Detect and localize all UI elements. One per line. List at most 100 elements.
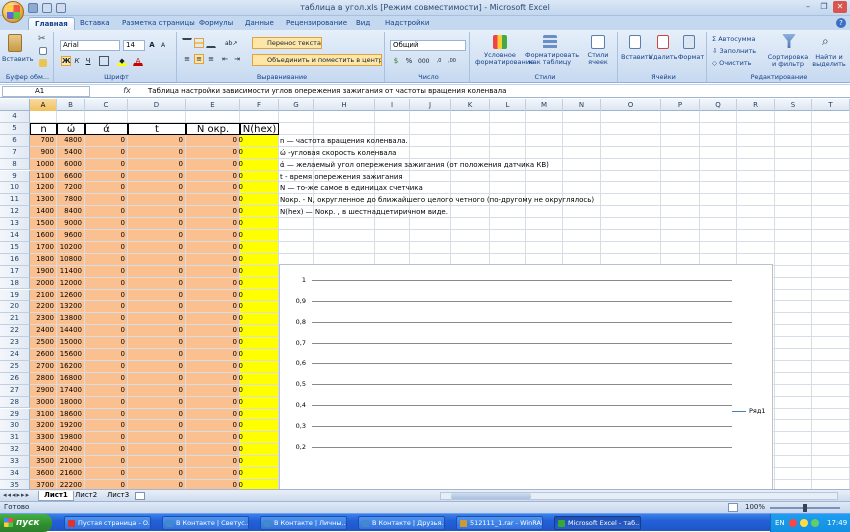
cell-n[interactable]: 3200: [30, 420, 57, 432]
column-header-c[interactable]: C: [85, 99, 128, 111]
taskbar-item-5[interactable]: 512111_1.rar - WinRAR: [456, 516, 543, 530]
cell-w[interactable]: 21600: [57, 468, 85, 480]
office-button[interactable]: [2, 1, 24, 23]
tab-6[interactable]: Рецензирование: [280, 17, 353, 30]
cell-zero[interactable]: 0: [85, 409, 128, 421]
cell-zero[interactable]: 0: [186, 159, 243, 171]
tab-1[interactable]: Главная: [28, 17, 75, 30]
wrap-text-button[interactable]: Перенос текста: [252, 37, 322, 49]
taskbar-item-4[interactable]: В Контакте | Друзья...: [358, 516, 445, 530]
cell-n[interactable]: 2600: [30, 349, 57, 361]
cell-zero[interactable]: 0: [128, 349, 186, 361]
cell-zero[interactable]: 0: [128, 313, 186, 325]
cell-zero[interactable]: 0: [186, 373, 243, 385]
grow-font-icon[interactable]: A: [147, 40, 157, 50]
row-header-5[interactable]: 5: [0, 122, 30, 135]
bold-button[interactable]: Ж: [61, 56, 71, 66]
cell-n[interactable]: 1900: [30, 266, 57, 278]
column-header-d[interactable]: D: [128, 99, 186, 111]
delete-cells-icon[interactable]: [657, 35, 669, 49]
cell-zero[interactable]: 0: [128, 420, 186, 432]
cell-zero[interactable]: 0: [85, 420, 128, 432]
cell-zero[interactable]: 0: [85, 456, 128, 468]
taskbar-item-2[interactable]: В Контакте | Светус...: [162, 516, 249, 530]
cell-zero[interactable]: 0: [186, 171, 243, 183]
column-header-f[interactable]: F: [240, 99, 279, 111]
insert-function-button[interactable]: fx: [110, 86, 144, 97]
row-header-22[interactable]: 22: [0, 325, 30, 338]
cell-w[interactable]: 16200: [57, 361, 85, 373]
cell-n[interactable]: 1100: [30, 171, 57, 183]
cell-w[interactable]: 12600: [57, 290, 85, 302]
decrease-indent-icon[interactable]: ⇤: [220, 54, 230, 64]
conditional-format-icon[interactable]: [493, 35, 507, 49]
table-header-6[interactable]: N(hex): [240, 122, 279, 135]
cell-n[interactable]: 1700: [30, 242, 57, 254]
row-header-25[interactable]: 25: [0, 360, 30, 373]
italic-button[interactable]: К: [72, 56, 82, 66]
cell-zero[interactable]: 0: [186, 337, 243, 349]
cell-zero[interactable]: 0: [85, 301, 128, 313]
row-header-32[interactable]: 32: [0, 444, 30, 457]
underline-button[interactable]: Ч: [83, 56, 93, 66]
cell-zero[interactable]: 0: [128, 278, 186, 290]
tab-2[interactable]: Вставка: [74, 17, 116, 30]
row-header-28[interactable]: 28: [0, 396, 30, 409]
cell-zero[interactable]: 0: [128, 337, 186, 349]
fill-color-icon[interactable]: ◆: [117, 56, 127, 66]
formula-input[interactable]: Таблица настройки зависимости углов опер…: [146, 86, 846, 97]
cell-n[interactable]: 2900: [30, 385, 57, 397]
cell-zero[interactable]: 0: [186, 385, 243, 397]
row-header-13[interactable]: 13: [0, 218, 30, 230]
row-header-18[interactable]: 18: [0, 277, 30, 290]
taskbar-item-1[interactable]: Пустая страница - O...: [64, 516, 151, 530]
conditional-format-button[interactable]: Условное форматирование: [475, 52, 534, 66]
cell-n[interactable]: 1600: [30, 230, 57, 242]
align-left-icon[interactable]: ≡: [182, 54, 192, 64]
cell-zero[interactable]: 0: [85, 135, 128, 147]
worksheet-grid[interactable]: ABCDEFGHIJKLMNOPQRST 4 5 6 7 8 9 10 11 12 13 14 15 1…: [0, 99, 850, 489]
row-header-20[interactable]: 20: [0, 301, 30, 314]
row-header-24[interactable]: 24: [0, 349, 30, 361]
row-header-23[interactable]: 23: [0, 337, 30, 349]
cell-w[interactable]: 9600: [57, 230, 85, 242]
cell-zero[interactable]: 0: [85, 385, 128, 397]
cell-n[interactable]: 1400: [30, 206, 57, 218]
cell-zero[interactable]: 0: [85, 266, 128, 278]
help-icon[interactable]: ?: [836, 18, 846, 28]
column-header-s[interactable]: S: [775, 99, 812, 111]
row-header-7[interactable]: 7: [0, 146, 30, 159]
cell-zero[interactable]: 0: [85, 290, 128, 302]
cell-w[interactable]: 7200: [57, 182, 85, 194]
cell-zero[interactable]: 0: [186, 218, 243, 230]
taskbar-item-3[interactable]: В Контакте | Личны...: [260, 516, 347, 530]
row-header-30[interactable]: 30: [0, 420, 30, 433]
cell-n[interactable]: 2700: [30, 361, 57, 373]
cell-zero[interactable]: 0: [85, 242, 128, 254]
cell-zero[interactable]: 0: [128, 432, 186, 444]
autosum-button[interactable]: Σ Автосумма: [712, 36, 755, 43]
column-header-j[interactable]: J: [410, 99, 451, 111]
cell-zero[interactable]: 0: [85, 397, 128, 409]
row-header-21[interactable]: 21: [0, 313, 30, 326]
cell-w[interactable]: 6600: [57, 171, 85, 183]
sheet-nav-arrows-icon[interactable]: ◂◂◂▸▸▸: [3, 491, 30, 499]
cell-w[interactable]: 18000: [57, 397, 85, 409]
cell-zero[interactable]: 0: [85, 337, 128, 349]
cell-w[interactable]: 21000: [57, 456, 85, 468]
cell-zero[interactable]: 0: [186, 313, 243, 325]
cell-n[interactable]: 2800: [30, 373, 57, 385]
cell-zero[interactable]: 0: [186, 325, 243, 337]
format-cells-icon[interactable]: [683, 35, 695, 49]
language-indicator[interactable]: EN: [775, 514, 785, 532]
format-table-icon[interactable]: [543, 35, 557, 49]
row-header-31[interactable]: 31: [0, 432, 30, 445]
scroll-thumb[interactable]: [451, 493, 531, 499]
row-header-10[interactable]: 10: [0, 182, 30, 195]
align-center-icon[interactable]: ≡: [194, 54, 204, 64]
cell-zero[interactable]: 0: [85, 182, 128, 194]
cell-zero[interactable]: 0: [85, 171, 128, 183]
cell-zero[interactable]: 0: [128, 135, 186, 147]
sheet-tab-2[interactable]: Лист2: [70, 491, 102, 501]
cell-n[interactable]: 2300: [30, 313, 57, 325]
